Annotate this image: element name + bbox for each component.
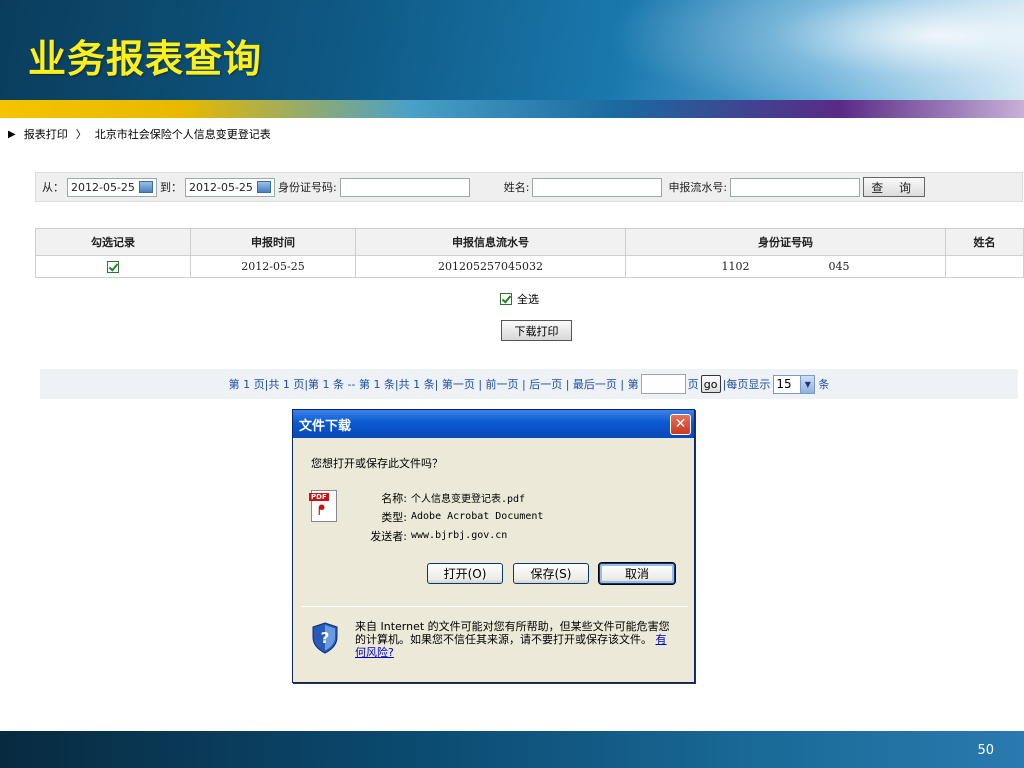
breadcrumb-current: 北京市社会保险个人信息变更登记表 <box>94 128 271 141</box>
pager-page-suffix: 页 <box>687 378 699 391</box>
row-id: 1102 045 <box>625 255 946 278</box>
col-header-id: 身份证号码 <box>625 228 946 256</box>
close-icon[interactable]: ✕ <box>670 413 691 435</box>
file-name-row: 名称: 个人信息变更登记表.pdf <box>353 488 543 507</box>
serial-label: 申报流水号: <box>668 181 728 194</box>
col-header-serial: 申报信息流水号 <box>355 228 626 256</box>
search-bar: 从： 2012-05-25 到： 2012-05-25 身份证号码: 姓名: 申… <box>35 172 1023 202</box>
file-info: 名称: 个人信息变更登记表.pdf 类型: Adobe Acrobat Docu… <box>353 488 543 545</box>
row-name <box>945 255 1024 278</box>
select-all-label: 全选 <box>517 293 539 306</box>
table-row: 2012-05-25 201205257045032 1102 045 <box>35 255 1024 278</box>
open-button[interactable]: 打开(O) <box>427 563 503 584</box>
chevron-down-icon[interactable]: ▼ <box>800 375 815 393</box>
security-warning: 来自 Internet 的文件可能对您有所帮助，但某些文件可能危害您的计算机。如… <box>355 620 675 659</box>
row-checkbox-cell <box>35 255 191 278</box>
file-download-dialog: 文件下载 ✕ 您想打开或保存此文件吗？ PDF ᖰ 名称: 个人信息变更登记表.… <box>292 409 695 683</box>
file-sender-key: 发送者: <box>370 529 407 543</box>
dialog-titlebar[interactable]: 文件下载 ✕ <box>293 410 694 438</box>
slide-footer: 50 <box>0 731 1024 768</box>
from-date-value: 2012-05-25 <box>71 180 135 194</box>
file-name-key: 名称: <box>381 491 407 505</box>
select-all[interactable]: 全选 <box>500 291 539 307</box>
pager-text: 第 1 页|共 1 页|第 1 条 -- 第 1 条|共 1 条| 第一页 | … <box>228 378 639 391</box>
pdf-file-icon: PDF ᖰ <box>309 490 337 522</box>
from-date-field[interactable]: 2012-05-25 <box>67 177 157 197</box>
id-number-input[interactable] <box>339 177 470 197</box>
row-id-prefix: 1102 <box>721 260 750 273</box>
dialog-title: 文件下载 <box>299 418 352 434</box>
name-input[interactable] <box>532 177 663 197</box>
file-type-row: 类型: Adobe Acrobat Document <box>353 507 543 526</box>
per-page-select[interactable]: 15 ▼ <box>773 374 816 394</box>
accent-bar <box>0 100 1024 118</box>
per-page-value: 15 <box>776 377 792 391</box>
breadcrumb-separator: 〉 <box>75 128 87 141</box>
file-type-value: Adobe Acrobat Document <box>411 511 544 522</box>
query-button[interactable]: 查 询 <box>863 177 926 197</box>
file-sender-value: www.bjrbj.gov.cn <box>411 530 508 541</box>
file-name-value: 个人信息变更登记表.pdf <box>411 494 526 505</box>
calendar-icon[interactable] <box>139 181 153 193</box>
records-table: 勾选记录 申报时间 申报信息流水号 身份证号码 姓名 2012-05-25 20… <box>35 228 1024 278</box>
download-print-button[interactable]: 下载打印 <box>501 320 572 341</box>
to-date-value: 2012-05-25 <box>189 180 253 194</box>
table-header-row: 勾选记录 申报时间 申报信息流水号 身份证号码 姓名 <box>35 228 1024 256</box>
cancel-button[interactable]: 取消 <box>598 562 676 585</box>
to-date-field[interactable]: 2012-05-25 <box>185 177 275 197</box>
per-page-label: |每页显示 <box>722 378 771 391</box>
col-header-name: 姓名 <box>945 228 1024 256</box>
svg-text:?: ? <box>321 629 330 647</box>
select-all-checkbox[interactable] <box>500 293 512 305</box>
per-page-unit: 条 <box>818 378 830 391</box>
slide-title: 业务报表查询 <box>28 37 263 81</box>
from-label: 从： <box>42 181 64 194</box>
to-label: 到： <box>160 181 182 194</box>
slide: 业务报表查询 ▶ 报表打印 〉 北京市社会保险个人信息变更登记表 从： 2012… <box>0 0 1024 768</box>
shield-icon: ? <box>312 622 338 654</box>
row-checkbox[interactable] <box>107 261 119 273</box>
pager: 第 1 页|共 1 页|第 1 条 -- 第 1 条|共 1 条| 第一页 | … <box>40 369 1018 399</box>
file-sender-row: 发送者: www.bjrbj.gov.cn <box>353 526 543 545</box>
dialog-divider <box>301 606 688 607</box>
go-button[interactable]: go <box>700 375 721 393</box>
col-header-select: 勾选记录 <box>35 228 191 256</box>
breadcrumb-root[interactable]: 报表打印 <box>24 126 68 142</box>
triangle-icon: ▶ <box>8 128 16 140</box>
slide-page-number: 50 <box>977 743 994 758</box>
row-time: 2012-05-25 <box>190 255 356 278</box>
id-label: 身份证号码: <box>278 181 337 194</box>
name-label: 姓名: <box>503 181 530 194</box>
save-button[interactable]: 保存(S) <box>513 563 589 584</box>
page-number-input[interactable] <box>640 374 686 394</box>
serial-input[interactable] <box>730 177 861 197</box>
calendar-icon[interactable] <box>257 181 271 193</box>
file-type-key: 类型: <box>381 510 407 524</box>
warning-text: 来自 Internet 的文件可能对您有所帮助，但某些文件可能危害您的计算机。如… <box>355 620 670 646</box>
breadcrumb: ▶ 报表打印 〉 北京市社会保险个人信息变更登记表 <box>8 126 271 142</box>
row-id-suffix: 045 <box>828 260 850 273</box>
dialog-question: 您想打开或保存此文件吗？ <box>311 457 443 470</box>
dialog-buttons: 打开(O) 保存(S) 取消 <box>427 562 676 585</box>
row-serial: 201205257045032 <box>355 255 626 278</box>
col-header-time: 申报时间 <box>190 228 356 256</box>
